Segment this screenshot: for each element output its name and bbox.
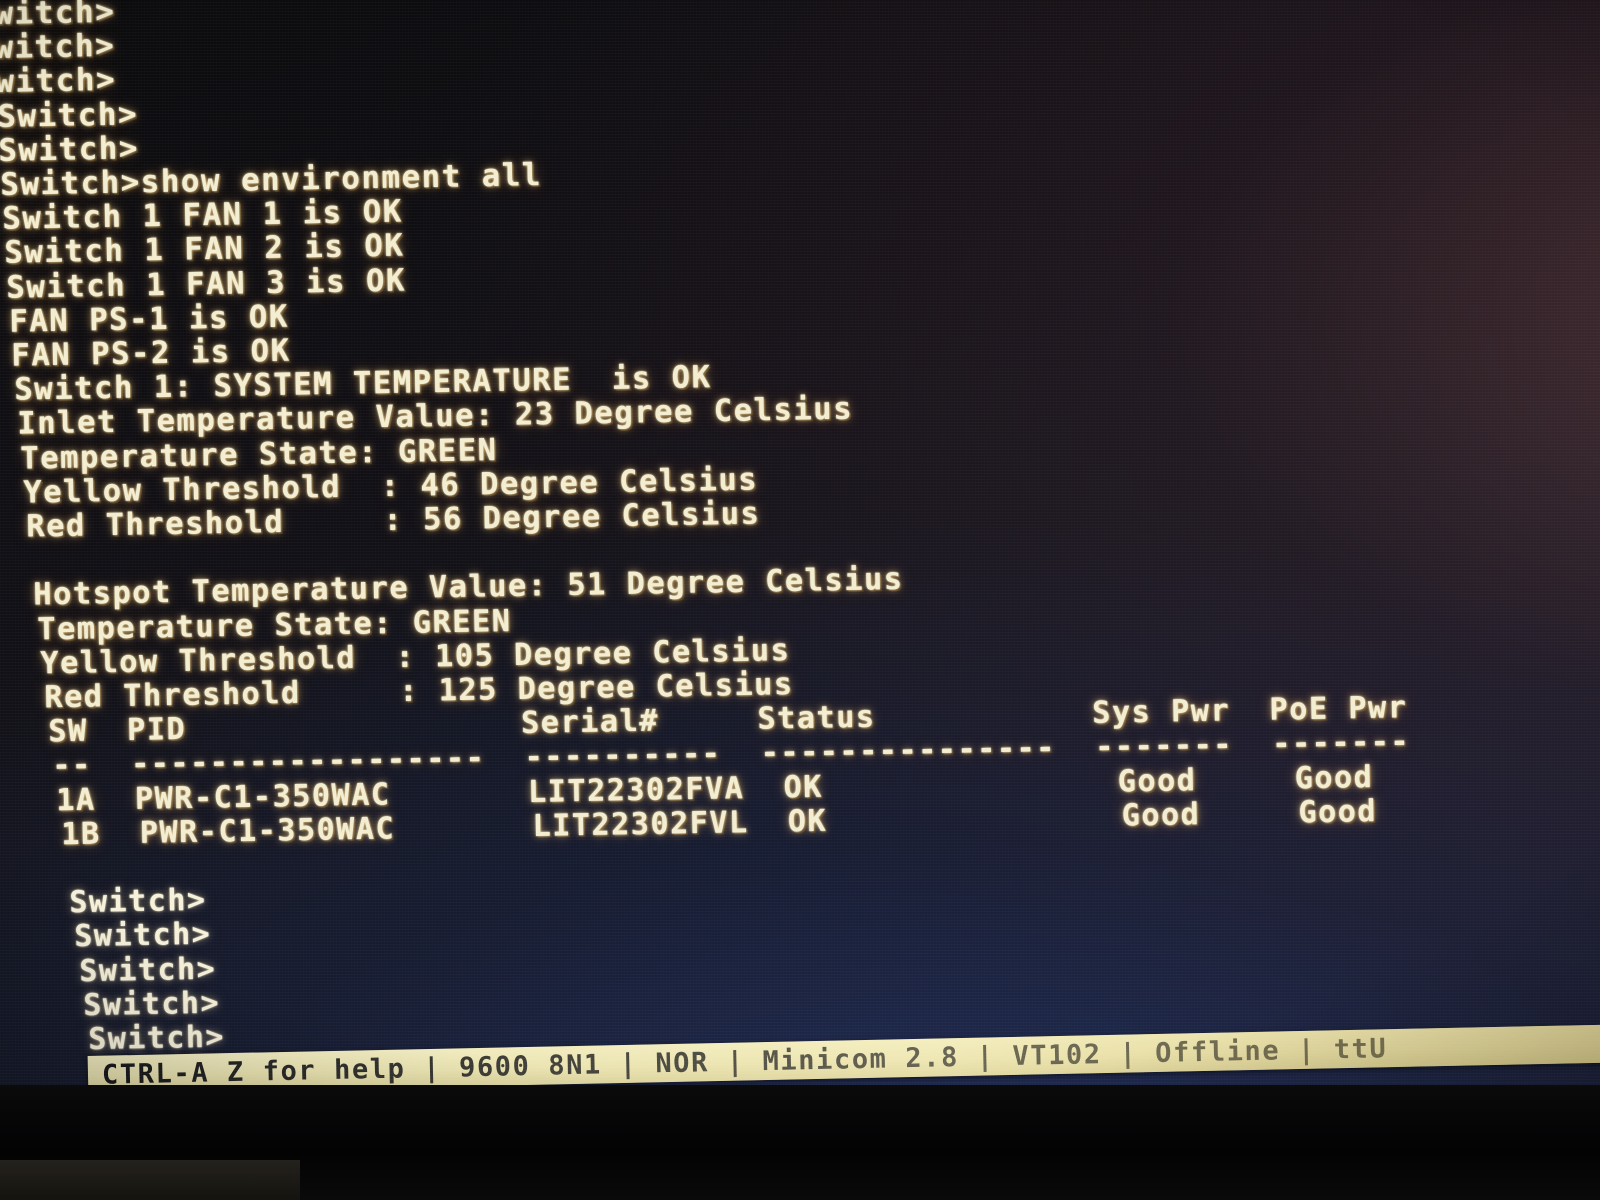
terminal-line: witch> [0,27,116,67]
terminal-line: Switch> [69,882,208,921]
terminal-line: Switch> [73,916,212,955]
terminal-line: Switch> [78,951,216,989]
terminal-screen[interactable]: witch> witch> witch> Switch> Switch> Switch>s… [0,0,1600,1092]
terminal-line: Switch> [0,96,139,135]
monitor-stand [0,1160,300,1200]
terminal-line: Switch> [0,130,140,169]
terminal-line: witch> [0,62,117,101]
terminal-output: witch> witch> witch> Switch> Switch> Switch>s… [0,0,1600,1092]
terminal-line: Switch 1 FAN 3 is OK [6,262,407,306]
terminal-line: Switch> [88,1019,226,1057]
terminal-line: Switch> [83,985,221,1023]
monitor-photo: witch> witch> witch> Switch> Switch> Switch>s… [0,0,1600,1200]
